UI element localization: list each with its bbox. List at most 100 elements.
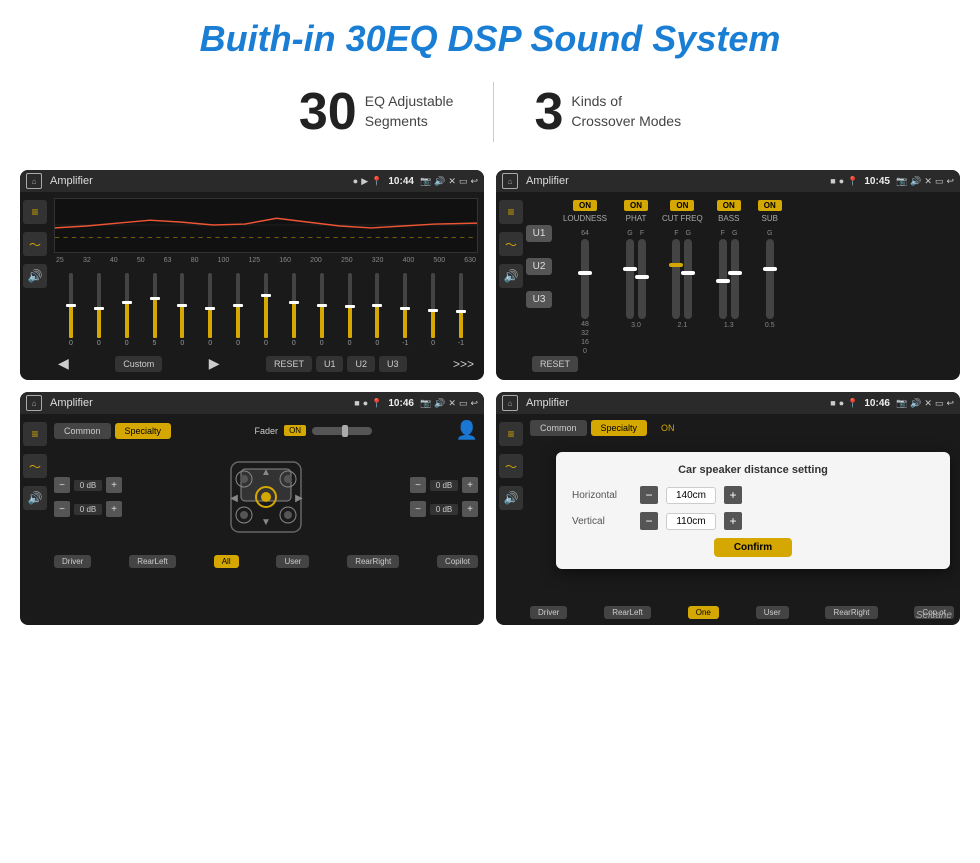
- screen4-side-icons: ≡ 〜 🔊: [496, 414, 526, 510]
- db-row-4: − 0 dB +: [410, 501, 478, 517]
- side-wave-icon[interactable]: 〜: [23, 232, 47, 256]
- bass-on-btn[interactable]: ON: [717, 200, 741, 211]
- u2-btn-s2[interactable]: U2: [526, 258, 552, 275]
- loudness-label: LOUDNESS: [563, 214, 607, 223]
- rearright-btn-s4[interactable]: RearRight: [825, 606, 877, 619]
- eq-next[interactable]: ▶: [209, 355, 220, 372]
- u1-button-s1[interactable]: U1: [316, 356, 344, 372]
- reset-btn-s2[interactable]: RESET: [532, 356, 578, 372]
- reset-button-s1[interactable]: RESET: [266, 356, 312, 372]
- eq-slider-12[interactable]: 0: [364, 273, 390, 347]
- db-minus-2[interactable]: −: [54, 501, 70, 517]
- fader-thumb[interactable]: [342, 425, 348, 437]
- user-btn-s4[interactable]: User: [756, 606, 789, 619]
- cutfreq-slider-g[interactable]: [684, 239, 692, 319]
- confirm-button[interactable]: Confirm: [714, 538, 792, 557]
- fader-on-btn[interactable]: ON: [284, 425, 306, 436]
- side-wave-icon-s3[interactable]: 〜: [23, 454, 47, 478]
- u1-btn-s2[interactable]: U1: [526, 225, 552, 242]
- rearright-btn-s3[interactable]: RearRight: [347, 555, 399, 568]
- eq-slider-10[interactable]: 0: [309, 273, 335, 347]
- common-tab-s4[interactable]: Common: [530, 420, 587, 436]
- db-minus-3[interactable]: −: [410, 477, 426, 493]
- eq-slider-15[interactable]: -1: [448, 273, 474, 347]
- side-vol-icon-s3[interactable]: 🔊: [23, 486, 47, 510]
- eq-slider-7[interactable]: 0: [225, 273, 251, 347]
- side-vol-icon[interactable]: 🔊: [23, 264, 47, 288]
- eq-slider-13[interactable]: -1: [392, 273, 418, 347]
- u3-btn-s2[interactable]: U3: [526, 291, 552, 308]
- home-icon-s2[interactable]: ⌂: [502, 173, 518, 189]
- horizontal-value: 140cm: [666, 487, 716, 504]
- side-vol-icon-s2[interactable]: 🔊: [499, 264, 523, 288]
- side-eq-icon[interactable]: ≡: [23, 200, 47, 224]
- u2-button-s1[interactable]: U2: [347, 356, 375, 372]
- phat-slider-f[interactable]: [638, 239, 646, 319]
- home-icon[interactable]: ⌂: [26, 173, 42, 189]
- loudness-slider[interactable]: [581, 239, 589, 319]
- specialty-tab-s4[interactable]: Specialty: [591, 420, 648, 436]
- bass-slider-g[interactable]: [731, 239, 739, 319]
- eq-slider-2[interactable]: 0: [86, 273, 112, 347]
- chevron-right-icon[interactable]: >>>: [453, 357, 474, 371]
- eq-slider-14[interactable]: 0: [420, 273, 446, 347]
- screen1-title: Amplifier: [50, 175, 349, 187]
- side-eq-icon-s2[interactable]: ≡: [499, 200, 523, 224]
- db-plus-2[interactable]: +: [106, 501, 122, 517]
- driver-btn-s3[interactable]: Driver: [54, 555, 91, 568]
- db-minus-1[interactable]: −: [54, 477, 70, 493]
- bass-slider-f[interactable]: [719, 239, 727, 319]
- horizontal-minus-btn[interactable]: −: [640, 486, 658, 504]
- rearleft-btn-s4[interactable]: RearLeft: [604, 606, 651, 619]
- home-icon-s4[interactable]: ⌂: [502, 395, 518, 411]
- rearleft-btn-s3[interactable]: RearLeft: [129, 555, 176, 568]
- freq-100: 100: [218, 257, 230, 264]
- eq-slider-5[interactable]: 0: [169, 273, 195, 347]
- driver-btn-s4[interactable]: Driver: [530, 606, 567, 619]
- record-icon-s2: ■: [830, 176, 835, 186]
- camera-icon-s3: 📷: [420, 398, 431, 409]
- loudness-on-btn[interactable]: ON: [573, 200, 597, 211]
- db-minus-4[interactable]: −: [410, 501, 426, 517]
- record-icon-s4: ■: [830, 398, 835, 408]
- phat-slider-g[interactable]: [626, 239, 634, 319]
- side-wave-icon-s2[interactable]: 〜: [499, 232, 523, 256]
- phat-on-btn[interactable]: ON: [624, 200, 648, 211]
- side-wave-icon-s4[interactable]: 〜: [499, 454, 523, 478]
- u3-button-s1[interactable]: U3: [379, 356, 407, 372]
- cx-sub-col: ON SUB G 0.5: [755, 200, 785, 329]
- cutfreq-slider-f[interactable]: [672, 239, 680, 319]
- horizontal-plus-btn[interactable]: +: [724, 486, 742, 504]
- side-vol-icon-s4[interactable]: 🔊: [499, 486, 523, 510]
- vertical-minus-btn[interactable]: −: [640, 512, 658, 530]
- one-btn-s4[interactable]: One: [688, 606, 719, 619]
- freq-320: 320: [372, 257, 384, 264]
- eq-slider-9[interactable]: 0: [281, 273, 307, 347]
- freq-125: 125: [248, 257, 260, 264]
- vertical-label: Vertical: [572, 516, 632, 527]
- home-icon-s3[interactable]: ⌂: [26, 395, 42, 411]
- eq-slider-6[interactable]: 0: [197, 273, 223, 347]
- vertical-plus-btn[interactable]: +: [724, 512, 742, 530]
- db-plus-1[interactable]: +: [106, 477, 122, 493]
- eq-slider-8[interactable]: 0: [253, 273, 279, 347]
- user-btn-s3[interactable]: User: [276, 555, 309, 568]
- eq-prev[interactable]: ◀: [58, 355, 69, 372]
- copilot-btn-s3[interactable]: Copilot: [437, 555, 478, 568]
- eq-slider-1[interactable]: 0: [58, 273, 84, 347]
- eq-slider-11[interactable]: 0: [337, 273, 363, 347]
- common-tab-s3[interactable]: Common: [54, 423, 111, 439]
- cutfreq-on-btn[interactable]: ON: [670, 200, 694, 211]
- screen4-statusbar: ⌂ Amplifier ■ ● 📍 10:46 📷 🔊 ✕ ▭ ↩: [496, 392, 960, 414]
- eq-slider-4[interactable]: 5: [142, 273, 168, 347]
- sub-on-btn[interactable]: ON: [758, 200, 782, 211]
- side-eq-icon-s3[interactable]: ≡: [23, 422, 47, 446]
- fader-track[interactable]: [312, 427, 372, 435]
- all-btn-s3[interactable]: All: [214, 555, 239, 568]
- db-plus-4[interactable]: +: [462, 501, 478, 517]
- eq-slider-3[interactable]: 0: [114, 273, 140, 347]
- specialty-tab-s3[interactable]: Specialty: [115, 423, 172, 439]
- sub-slider[interactable]: [766, 239, 774, 319]
- db-plus-3[interactable]: +: [462, 477, 478, 493]
- side-eq-icon-s4[interactable]: ≡: [499, 422, 523, 446]
